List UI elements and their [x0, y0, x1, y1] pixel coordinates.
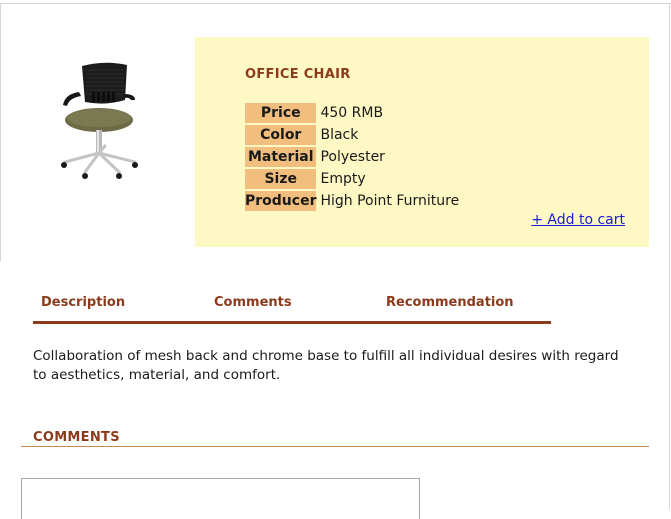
product-description: Collaboration of mesh back and chrome ba…: [33, 348, 619, 383]
product-info-panel: OFFICE CHAIR Price 450 RMB Color Black M…: [195, 37, 649, 247]
product-tabs: Description Comments Recommendation: [33, 295, 551, 324]
attribute-label: Color: [245, 125, 319, 145]
attribute-label: Material: [245, 147, 319, 167]
attribute-value: High Point Furniture: [320, 193, 460, 209]
attribute-value: Polyester: [320, 149, 385, 165]
comment-input-box[interactable]: [21, 478, 420, 519]
attribute-row-producer: Producer High Point Furniture: [245, 191, 459, 211]
attribute-row-size: Size Empty: [245, 169, 459, 189]
page-border-left: [0, 4, 1, 261]
attribute-value: 450 RMB: [320, 105, 384, 121]
attribute-row-price: Price 450 RMB: [245, 103, 459, 123]
product-title: OFFICE CHAIR: [245, 67, 351, 82]
attribute-row-color: Color Black: [245, 125, 459, 145]
comments-divider: [21, 446, 649, 447]
attribute-row-material: Material Polyester: [245, 147, 459, 167]
office-chair-image: [55, 58, 145, 188]
attribute-value: Empty: [320, 171, 366, 187]
page-border-top: [0, 3, 671, 4]
attribute-value: Black: [320, 127, 359, 143]
add-to-cart-link[interactable]: + Add to cart: [531, 212, 625, 228]
attribute-label: Size: [245, 169, 319, 189]
page-border-right: [669, 4, 670, 509]
product-attributes-table: Price 450 RMB Color Black Material Polye…: [245, 101, 459, 213]
tab-recommendation[interactable]: Recommendation: [386, 295, 514, 310]
comments-heading: COMMENTS: [33, 430, 120, 445]
attribute-label: Price: [245, 103, 319, 123]
tab-comments[interactable]: Comments: [214, 295, 292, 310]
attribute-label: Producer: [245, 191, 319, 211]
tab-description[interactable]: Description: [41, 295, 125, 310]
